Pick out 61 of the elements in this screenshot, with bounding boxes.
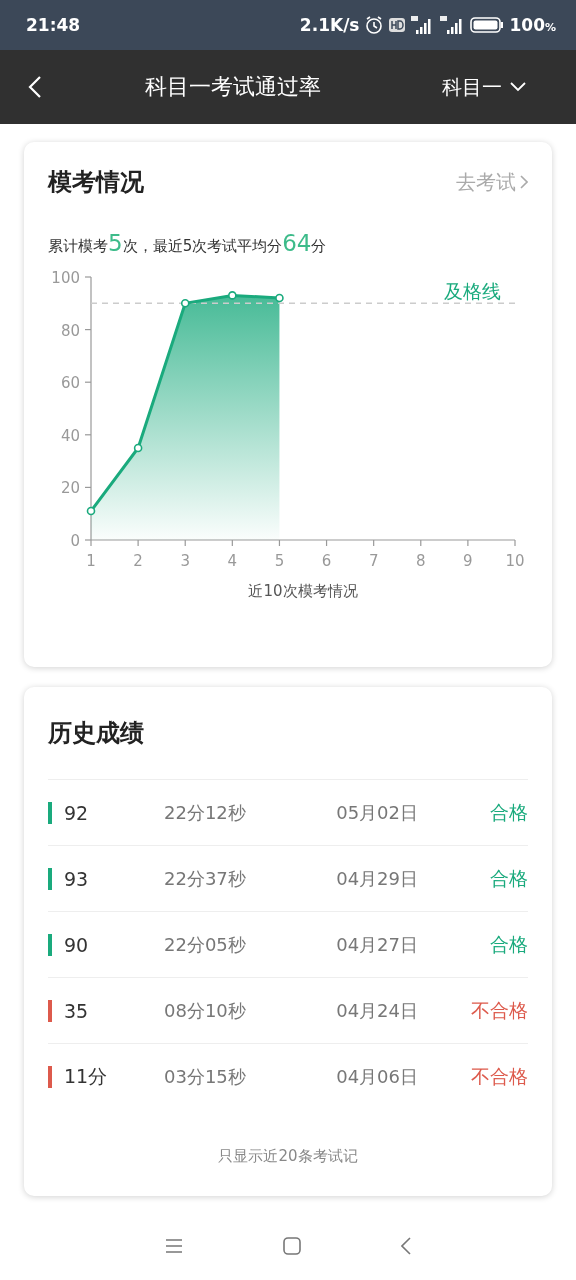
battery-level: 100% [509, 15, 556, 35]
x-tick-label: 8 [416, 552, 426, 570]
date-text: 05月02日 [335, 800, 419, 825]
duration-text: 08分10秒 [164, 998, 247, 1023]
clock-time: 21:48 [26, 15, 81, 35]
x-tick-label: 9 [463, 552, 473, 570]
menu-icon[interactable] [165, 1239, 183, 1253]
date-text: 04月06日 [335, 1064, 419, 1089]
data-point [86, 506, 96, 516]
score-value: 90 [64, 933, 90, 956]
alarm-clock-icon [364, 15, 385, 35]
page-title: 科目一考试通过率 [145, 73, 321, 101]
x-axis-title: 近10次模考情况 [248, 582, 358, 600]
result-text: 不合格 [470, 997, 528, 1023]
data-point [228, 291, 237, 300]
battery-icon [470, 17, 505, 33]
duration-text: 03分15秒 [164, 1064, 247, 1089]
home-icon[interactable] [283, 1237, 301, 1255]
chevron-right-icon [520, 175, 528, 189]
score-value: 92 [64, 801, 90, 824]
score-value: 93 [64, 867, 90, 890]
summary-text: 累计模考5次，最近5次考试平均分64分 [48, 229, 328, 256]
date-text: 04月24日 [335, 998, 419, 1023]
duration-text: 22分05秒 [164, 932, 247, 957]
date-text: 04月27日 [335, 932, 419, 957]
card-title: 模考情况 [48, 167, 144, 198]
y-tick-label: 40 [60, 426, 80, 445]
subject-dropdown[interactable]: 科目一 [442, 73, 526, 101]
x-tick-label: 5 [274, 552, 285, 570]
y-tick-label: 60 [60, 374, 80, 393]
x-tick-label: 6 [321, 552, 332, 570]
pass-line-label: 及格线 [444, 280, 501, 303]
y-tick-label: 80 [60, 321, 80, 340]
back-button[interactable] [28, 75, 42, 99]
y-tick-label: 20 [60, 479, 80, 498]
back-icon[interactable] [401, 1237, 411, 1255]
footnote-text: 只显示近20条考试记 [218, 1147, 358, 1166]
score-value: 11分 [64, 1063, 109, 1089]
data-point [133, 443, 143, 453]
network-speed: 2.1K/s [299, 15, 360, 35]
x-tick-label: 10 [505, 552, 525, 570]
result-text: 合格 [489, 931, 528, 957]
date-text: 04月29日 [335, 866, 419, 891]
x-tick-label: 7 [368, 552, 379, 570]
result-text: 不合格 [470, 1063, 528, 1089]
result-text: 合格 [489, 799, 528, 825]
x-tick-label: 3 [180, 552, 190, 570]
duration-text: 22分37秒 [164, 866, 247, 891]
chevron-down-icon [510, 82, 526, 92]
hd-icon [389, 18, 406, 32]
x-tick-label: 2 [133, 552, 143, 570]
card-title: 历史成绩 [48, 718, 145, 749]
y-tick-label: 0 [70, 532, 80, 550]
data-point [275, 293, 284, 303]
x-tick-label: 4 [227, 552, 238, 570]
score-value: 35 [64, 999, 90, 1022]
data-point [180, 299, 190, 308]
duration-text: 22分12秒 [164, 800, 247, 825]
result-text: 合格 [489, 865, 528, 891]
y-tick-label: 100 [51, 269, 80, 287]
x-tick-label: 1 [86, 552, 96, 570]
